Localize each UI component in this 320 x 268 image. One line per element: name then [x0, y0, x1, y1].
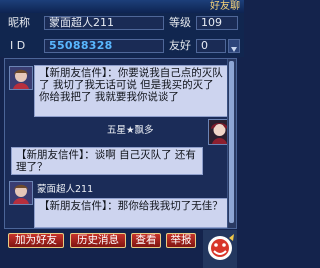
- emoticon-icon[interactable]: [203, 230, 237, 268]
- window-title: 好友聊: [210, 1, 240, 12]
- title-bar[interactable]: 好友聊: [0, 0, 244, 14]
- sender-avatar-icon: [9, 66, 33, 90]
- level-label: 等级: [169, 16, 191, 29]
- message-bubble: 【新朋友信件】：你要说我自己点的灭队了 我切了我无话可说 但是我买的灭了你给我把…: [34, 65, 229, 117]
- nickname-label: 昵称: [8, 16, 30, 29]
- nickname-field: 蒙面超人211: [44, 16, 164, 30]
- message-bubble: 【新朋友信件】：谈啊 自己灭队了 还有理了？: [11, 147, 203, 175]
- view-button[interactable]: 查看: [131, 233, 161, 248]
- report-button[interactable]: 举报: [166, 233, 196, 248]
- level-field: 109: [196, 16, 238, 30]
- message-panel: 【新朋友信件】：你要说我自己点的灭队了 我切了我无话可说 但是我买的灭了你给我把…: [4, 58, 237, 229]
- action-bar: 加为好友 历史消息 查看 举报: [0, 230, 244, 268]
- history-button[interactable]: 历史消息: [70, 233, 126, 248]
- message-sender-name: 蒙面超人211: [37, 184, 94, 195]
- message-scrollbar[interactable]: [227, 59, 236, 228]
- message-bubble: 【新朋友信件】：那你给我我切了无佳？: [34, 198, 229, 228]
- chat-window: 好友聊 昵称 蒙面超人211 等级 109 I D 55088328 友好 0 …: [0, 0, 244, 268]
- id-label: I D: [10, 39, 26, 52]
- scrollbar-thumb[interactable]: [229, 61, 234, 223]
- id-field: 55088328: [44, 39, 164, 53]
- friendship-arrow-icon[interactable]: [228, 39, 240, 53]
- profile-panel: 昵称 蒙面超人211 等级 109 I D 55088328 友好 0: [0, 13, 244, 57]
- friendship-label: 友好: [169, 39, 191, 52]
- add-friend-button[interactable]: 加为好友: [8, 233, 64, 248]
- friendship-field: 0: [196, 39, 226, 53]
- message-sender-name: 五星★飘多: [107, 125, 154, 136]
- sender-avatar-icon: [9, 181, 33, 205]
